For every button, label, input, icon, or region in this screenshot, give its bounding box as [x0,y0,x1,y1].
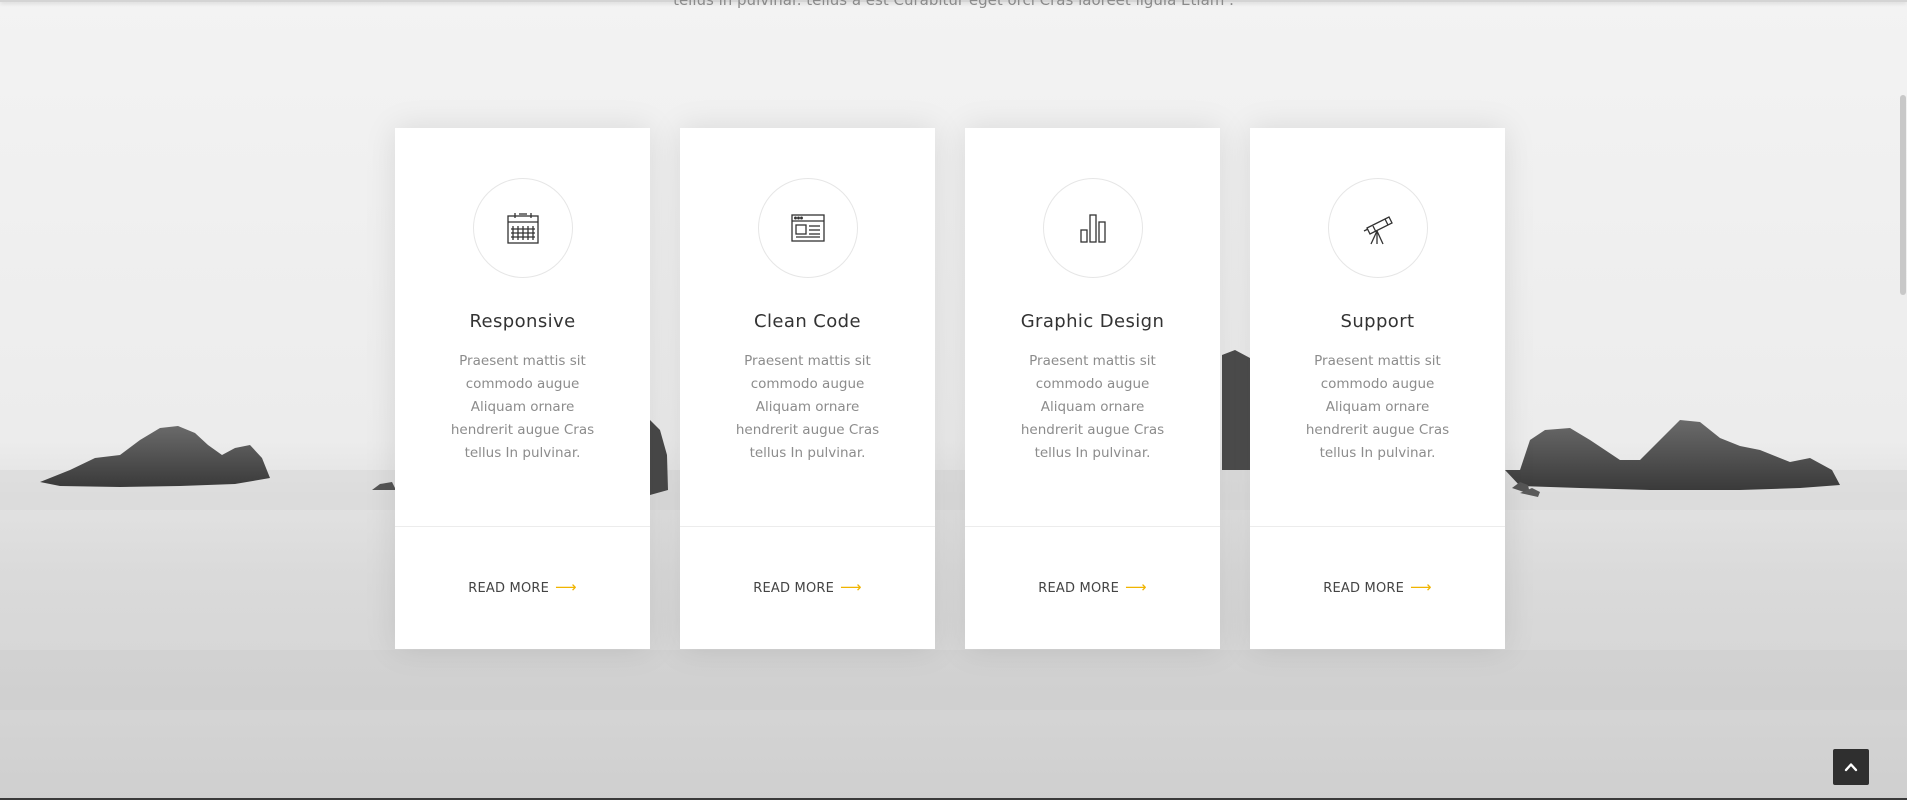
back-to-top-button[interactable] [1833,749,1869,785]
section-intro-text: tellus in pulvinar. tellus a est Curabit… [673,0,1234,9]
telescope-icon [1363,216,1393,245]
feature-description: Praesent mattis sit commodo augue Aliqua… [450,353,595,461]
feature-description: Praesent mattis sit commodo augue Aliqua… [1020,353,1165,461]
features-grid: Responsive Praesent mattis sit commodo a… [395,128,1505,649]
feature-icon-circle [1043,178,1143,278]
scrollbar-thumb[interactable] [1900,95,1906,295]
feature-icon-circle [1328,178,1428,278]
card-divider [680,526,935,527]
read-more-label: READ MORE [1323,581,1405,596]
feature-title: Support [1340,311,1415,332]
card-divider [395,526,650,527]
bar-chart-icon [1080,214,1106,243]
read-more-label: READ MORE [468,581,550,596]
calendar-icon [507,213,539,244]
read-more-link[interactable]: READ MORE ⟶ [965,578,1220,596]
scrollbar[interactable] [1898,0,1907,800]
browser-window-icon [791,214,825,242]
feature-title: Graphic Design [1020,311,1165,332]
feature-card-graphic-design: Graphic Design Praesent mattis sit commo… [965,128,1220,649]
feature-title: Clean Code [754,311,861,332]
read-more-label: READ MORE [1038,581,1120,596]
feature-description: Praesent mattis sit commodo augue Aliqua… [735,353,880,461]
card-divider [965,526,1220,527]
card-divider [1250,526,1505,527]
read-more-label: READ MORE [753,581,835,596]
feature-card-support: Support Praesent mattis sit commodo augu… [1250,128,1505,649]
feature-icon-circle [473,178,573,278]
read-more-link[interactable]: READ MORE ⟶ [680,578,935,596]
chevron-up-icon [1844,763,1858,772]
arrow-right-icon: ⟶ [840,578,862,596]
feature-card-clean-code: Clean Code Praesent mattis sit commodo a… [680,128,935,649]
arrow-right-icon: ⟶ [1125,578,1147,596]
arrow-right-icon: ⟶ [1410,578,1432,596]
arrow-right-icon: ⟶ [555,578,577,596]
feature-card-responsive: Responsive Praesent mattis sit commodo a… [395,128,650,649]
feature-icon-circle [758,178,858,278]
feature-title: Responsive [469,311,576,332]
read-more-link[interactable]: READ MORE ⟶ [395,578,650,596]
feature-description: Praesent mattis sit commodo augue Aliqua… [1305,353,1450,461]
read-more-link[interactable]: READ MORE ⟶ [1250,578,1505,596]
